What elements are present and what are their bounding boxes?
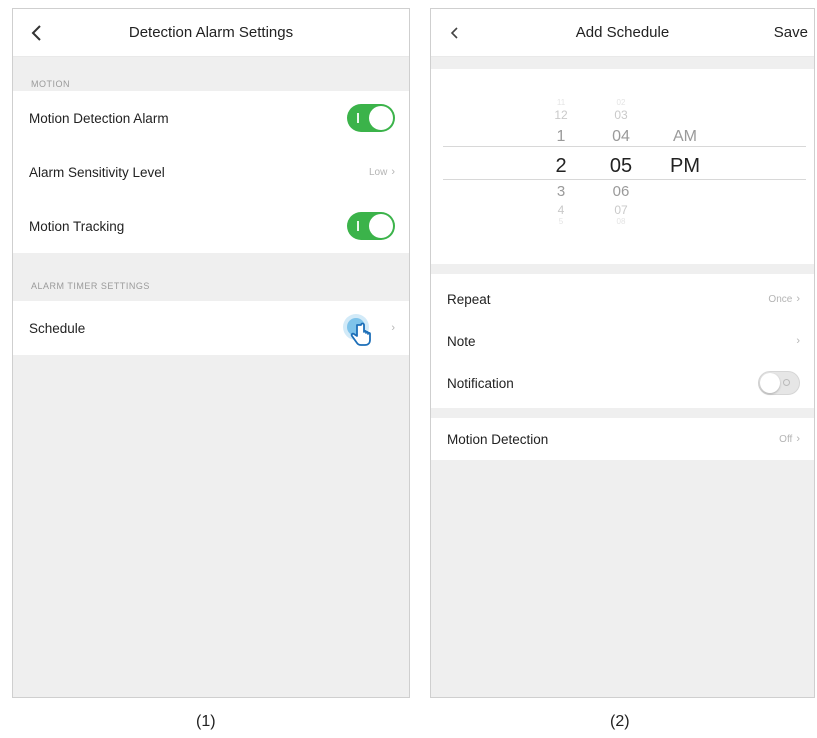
minute-option: 08 xyxy=(616,217,626,226)
row-label: Motion Detection xyxy=(447,431,549,447)
motion-tracking-row: Motion Tracking xyxy=(13,199,409,253)
schedule-options-group: Repeat Once › Note › Notification xyxy=(431,274,814,408)
alarm-timer-group: Schedule › xyxy=(13,301,409,355)
notification-toggle[interactable] xyxy=(758,371,800,395)
row-label: Repeat xyxy=(447,291,491,307)
row-label: Alarm Sensitivity Level xyxy=(29,164,165,180)
chevron-right-icon: › xyxy=(796,293,800,305)
notification-row: Notification xyxy=(431,362,814,404)
caption-2: (2) xyxy=(610,713,630,730)
hour-option: 5 xyxy=(558,217,564,226)
hour-option: 4 xyxy=(557,203,565,217)
schedule-row[interactable]: Schedule › xyxy=(13,301,409,355)
motion-tracking-toggle[interactable] xyxy=(347,212,395,240)
chevron-right-icon: › xyxy=(391,166,395,178)
navbar: Add Schedule Save xyxy=(431,9,814,57)
section-label-alarm-timer: ALARM TIMER SETTINGS xyxy=(31,281,150,291)
minute-option-selected: 05 xyxy=(609,155,633,177)
minute-option: 04 xyxy=(612,128,630,145)
chevron-right-icon: › xyxy=(796,433,800,445)
hour-option: 3 xyxy=(556,183,566,200)
motion-detection-value: Off › xyxy=(779,433,800,445)
row-label: Schedule xyxy=(29,320,86,336)
detection-alarm-settings-screen: Detection Alarm Settings MOTION Motion D… xyxy=(12,8,410,698)
hour-option: 12 xyxy=(554,108,568,122)
back-chevron-icon[interactable] xyxy=(27,22,47,44)
caption-1: (1) xyxy=(196,713,216,730)
alarm-sensitivity-row[interactable]: Alarm Sensitivity Level Low › xyxy=(13,145,409,199)
section-label-motion: MOTION xyxy=(31,79,70,89)
repeat-value: Once › xyxy=(768,293,800,305)
back-chevron-icon[interactable] xyxy=(445,22,465,44)
row-label: Motion Tracking xyxy=(29,218,125,234)
tap-hand-icon xyxy=(347,308,387,348)
motion-detection-group: Motion Detection Off › xyxy=(431,418,814,460)
note-row[interactable]: Note › xyxy=(431,320,814,362)
minute-wheel[interactable]: 02 03 04 05 06 07 08 xyxy=(599,99,643,228)
add-schedule-screen: Add Schedule Save 11 12 1 2 3 4 5 02 03 … xyxy=(430,8,815,698)
navbar: Detection Alarm Settings xyxy=(13,9,409,57)
pm-option-selected: PM xyxy=(670,155,700,177)
save-button[interactable]: Save xyxy=(774,24,808,41)
motion-detection-alarm-toggle[interactable] xyxy=(347,104,395,132)
chevron-right-icon: › xyxy=(391,322,395,334)
chevron-right-icon: › xyxy=(796,335,800,347)
hour-option-selected: 2 xyxy=(555,155,567,177)
row-label: Note xyxy=(447,333,476,349)
row-label: Motion Detection Alarm xyxy=(29,110,169,126)
minute-option: 07 xyxy=(614,203,628,217)
motion-group: Motion Detection Alarm Alarm Sensitivity… xyxy=(13,91,409,253)
repeat-row[interactable]: Repeat Once › xyxy=(431,278,814,320)
page-title: Add Schedule xyxy=(575,24,670,41)
motion-detection-alarm-row: Motion Detection Alarm xyxy=(13,91,409,145)
hour-wheel[interactable]: 11 12 1 2 3 4 5 xyxy=(543,99,579,228)
minute-option: 06 xyxy=(612,183,630,200)
hour-option: 1 xyxy=(556,128,566,145)
sensitivity-value: Low › xyxy=(368,166,395,178)
row-label: Notification xyxy=(447,375,514,391)
minute-option: 03 xyxy=(614,108,628,122)
motion-detection-row[interactable]: Motion Detection Off › xyxy=(431,418,814,460)
time-picker[interactable]: 11 12 1 2 3 4 5 02 03 04 05 06 07 08 AM … xyxy=(431,69,814,264)
page-title: Detection Alarm Settings xyxy=(128,24,294,41)
am-option: AM xyxy=(673,128,697,145)
ampm-wheel[interactable]: AM PM xyxy=(663,99,707,180)
